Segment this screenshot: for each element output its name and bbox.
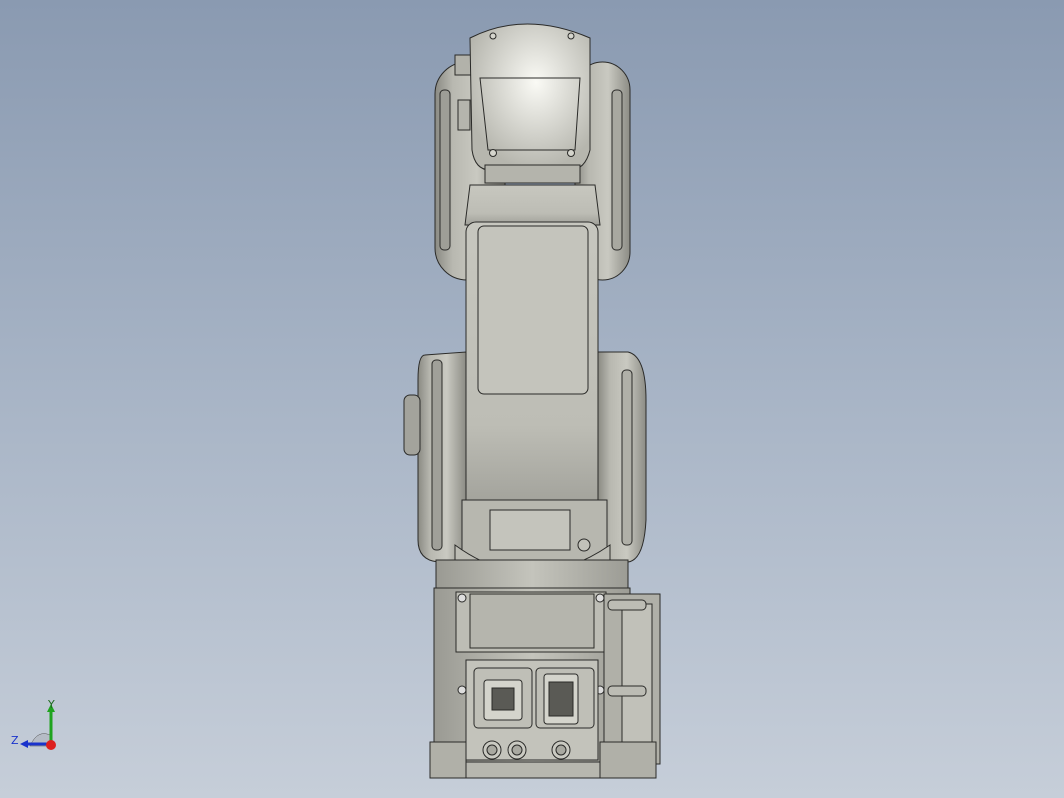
y-axis-label: Y: [48, 698, 55, 711]
axis-triad-icon: [20, 704, 56, 750]
coordinate-triad: Y Z: [8, 698, 68, 758]
robot-arm-model[interactable]: [0, 0, 1064, 798]
robot-geometry: [403, 23, 661, 779]
z-axis-label: Z: [11, 734, 19, 747]
cad-graphics-viewport[interactable]: Y Z: [0, 0, 1064, 798]
